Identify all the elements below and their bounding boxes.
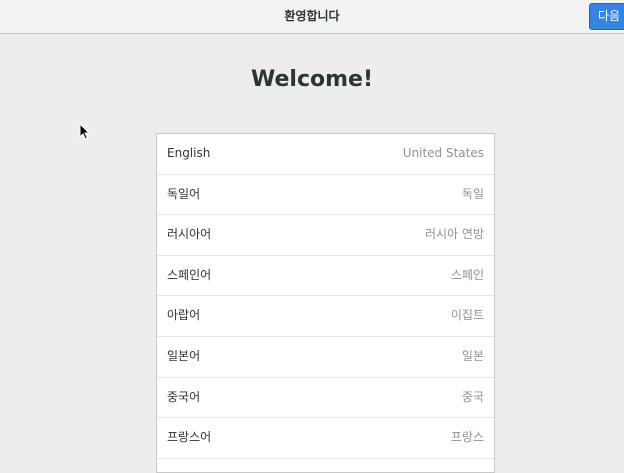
language-row-chinese[interactable]: 중국어 중국 xyxy=(157,378,494,419)
language-region: 스페인 xyxy=(450,267,484,282)
welcome-heading: Welcome! xyxy=(251,67,373,92)
header-title: 환영합니다 xyxy=(284,9,340,23)
header-bar: 환영합니다 다음 xyxy=(0,0,624,34)
language-row-arabic[interactable]: 아랍어 이집트 xyxy=(157,296,494,337)
language-name: 러시아어 xyxy=(167,227,212,242)
language-region: 독일 xyxy=(461,186,484,201)
language-row-french[interactable]: 프랑스어 프랑스 xyxy=(157,418,494,459)
language-name: 일본어 xyxy=(167,348,201,363)
language-name: 독일어 xyxy=(167,186,201,201)
language-row-japanese[interactable]: 일본어 일본 xyxy=(157,337,494,378)
language-row-russian[interactable]: 러시아어 러시아 연방 xyxy=(157,215,494,256)
language-name: 중국어 xyxy=(167,389,201,404)
language-name: 프랑스어 xyxy=(167,430,212,445)
language-row-german[interactable]: 독일어 독일 xyxy=(157,175,494,216)
language-name: 아랍어 xyxy=(167,308,201,323)
language-name: English xyxy=(167,146,211,160)
language-row-english[interactable]: English United States xyxy=(157,134,494,175)
mouse-pointer-icon xyxy=(79,123,91,140)
language-region: United States xyxy=(402,146,484,160)
language-row-spanish[interactable]: 스페인어 스페인 xyxy=(157,256,494,297)
language-list: English United States 독일어 독일 러시아어 러시아 연방… xyxy=(156,133,495,473)
language-region: 중국 xyxy=(461,389,484,404)
language-region: 일본 xyxy=(461,348,484,363)
language-region: 프랑스 xyxy=(450,430,484,445)
next-button[interactable]: 다음 xyxy=(589,3,624,30)
language-region: 러시아 연방 xyxy=(424,227,484,242)
language-name: 스페인어 xyxy=(167,267,212,282)
language-region: 이집트 xyxy=(450,308,484,323)
